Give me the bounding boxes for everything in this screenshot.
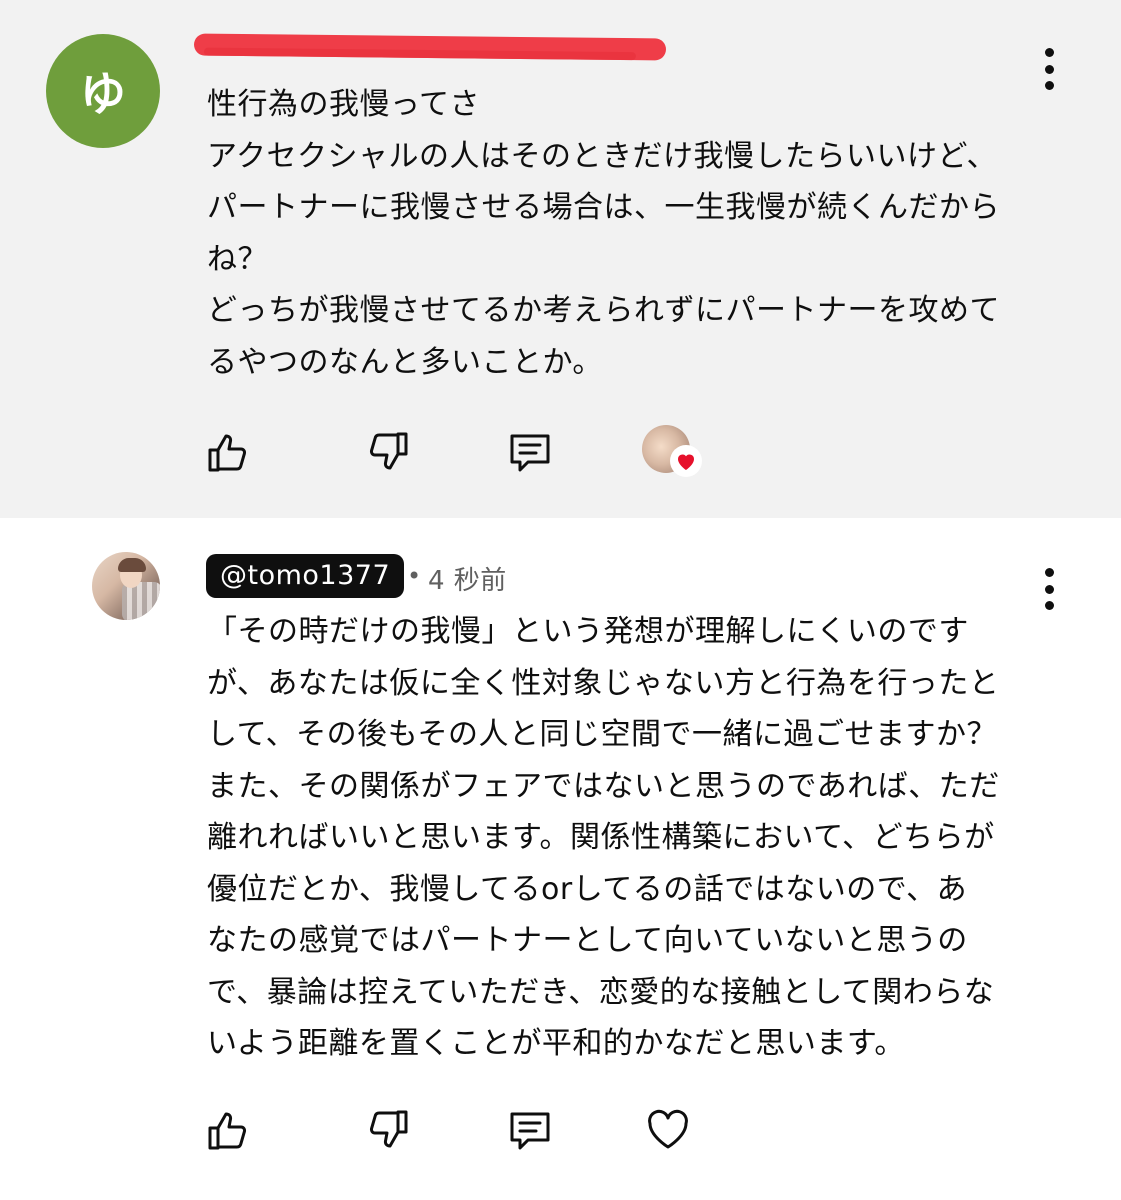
- heart-icon[interactable]: [644, 1106, 692, 1154]
- comment-text: 「その時だけの我慢」という発想が理解しにくいのです が、あなたは仮に全く性対象じ…: [207, 614, 1000, 1061]
- reply-comment: @tomo1377 • 4 秒前 「その時だけの我慢」という発想が理解しにくいの…: [0, 518, 1121, 1200]
- avatar[interactable]: [92, 552, 160, 620]
- creator-heart[interactable]: [642, 425, 704, 481]
- comment-actions: [204, 1106, 724, 1154]
- comment-actions: [204, 425, 724, 477]
- meta-separator: •: [407, 562, 422, 590]
- highlighted-comment: ゆ 性行為の我慢ってさ アクセクシャルの人はそのときだけ我慢したらいいけど、 パ…: [0, 0, 1121, 518]
- comment-icon[interactable]: [506, 1106, 554, 1154]
- thumbs-down-icon[interactable]: [364, 1106, 412, 1154]
- comment-timestamp: 4 秒前: [428, 566, 507, 596]
- heart-icon: [670, 445, 702, 477]
- avatar[interactable]: ゆ: [46, 34, 160, 148]
- thumbs-up-icon[interactable]: [204, 1106, 252, 1154]
- more-vertical-icon[interactable]: [1035, 568, 1063, 610]
- thumbs-up-icon[interactable]: [204, 428, 252, 476]
- avatar-letter: ゆ: [80, 67, 126, 121]
- comment-text: 性行為の我慢ってさ アクセクシャルの人はそのときだけ我慢したらいいけど、 パート…: [207, 87, 1000, 380]
- author-handle-badge[interactable]: @tomo1377: [206, 554, 405, 598]
- redaction-mark: [193, 33, 667, 61]
- thumbs-down-icon[interactable]: [364, 428, 412, 476]
- comment-icon[interactable]: [506, 428, 554, 476]
